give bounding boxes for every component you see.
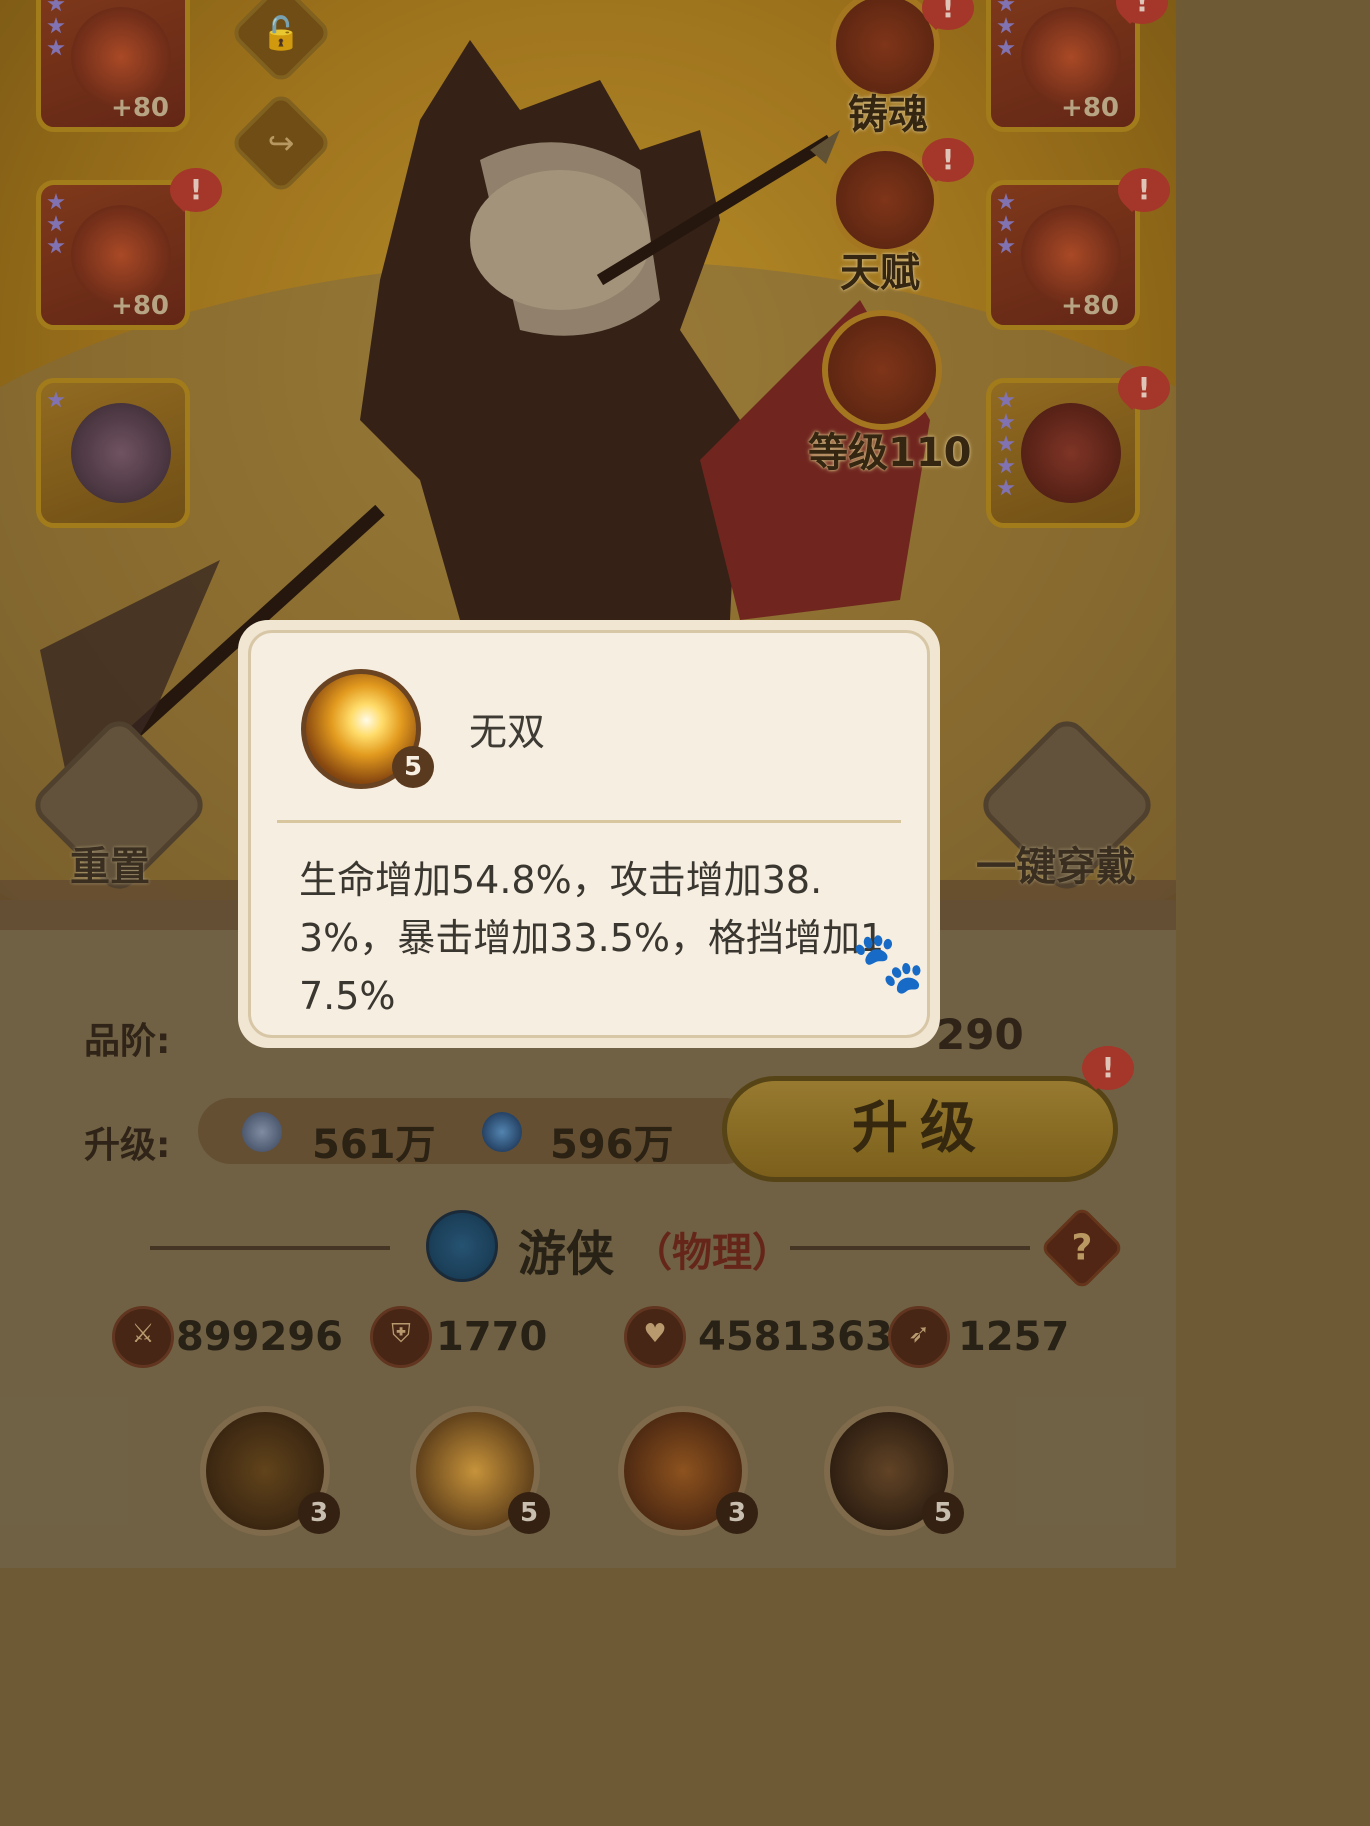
paw-print-icon: 🐾 [851, 928, 926, 998]
skill-name: 无双 [469, 710, 546, 754]
divider [277, 820, 901, 823]
skill-tooltip-popup: 5 无双 生命增加54.8%，攻击增加38.3%，暴击增加33.5%，格挡增加1… [238, 620, 940, 1048]
skill-level-badge: 5 [392, 746, 434, 788]
popup-frame: 5 无双 生命增加54.8%，攻击增加38.3%，暴击增加33.5%，格挡增加1… [248, 630, 930, 1038]
skill-description: 生命增加54.8%，攻击增加38.3%，暴击增加33.5%，格挡增加17.5% [299, 858, 885, 1018]
